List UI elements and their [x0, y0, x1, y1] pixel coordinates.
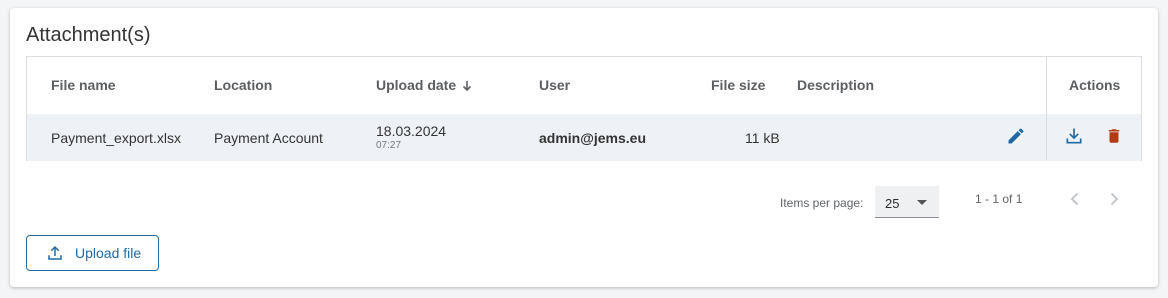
attachments-card: Attachment(s) File name Location Upload … — [10, 8, 1158, 287]
trash-icon — [1105, 126, 1123, 151]
header-actions: Actions — [1069, 77, 1121, 93]
table-header: File name Location Upload date User File… — [27, 57, 1141, 115]
chevron-down-icon — [917, 200, 927, 205]
cell-file-name: Payment_export.xlsx — [51, 130, 181, 146]
header-upload-date-label: Upload date — [376, 77, 457, 93]
download-button[interactable] — [1063, 127, 1085, 149]
upload-icon — [46, 244, 64, 262]
next-page-button[interactable] — [1103, 190, 1125, 212]
header-location: Location — [214, 77, 273, 93]
edit-description-button[interactable] — [1005, 127, 1027, 149]
previous-page-button[interactable] — [1064, 190, 1086, 212]
section-title: Attachment(s) — [26, 24, 151, 46]
arrow-down-icon — [462, 79, 472, 95]
download-icon — [1064, 126, 1084, 151]
delete-button[interactable] — [1103, 127, 1125, 149]
items-per-page-label: Items per page: — [780, 196, 864, 210]
cell-location: Payment Account — [214, 130, 323, 146]
cell-upload-time: 07:27 — [376, 140, 402, 151]
chevron-left-icon — [1069, 192, 1081, 211]
header-upload-date[interactable]: Upload date — [376, 77, 472, 95]
items-per-page-select[interactable]: 25 — [875, 186, 939, 218]
actions-column-divider — [1046, 57, 1047, 160]
pencil-icon — [1006, 126, 1026, 151]
attachments-table: File name Location Upload date User File… — [26, 56, 1142, 161]
cell-upload-date: 18.03.2024 — [376, 123, 447, 139]
header-description: Description — [797, 77, 875, 93]
header-file-size: File size — [711, 77, 766, 93]
upload-file-button[interactable]: Upload file — [26, 235, 159, 271]
header-file-name: File name — [51, 77, 116, 93]
chevron-right-icon — [1108, 192, 1120, 211]
items-per-page-value: 25 — [885, 196, 900, 211]
page-range-label: 1 - 1 of 1 — [975, 192, 1023, 206]
header-user: User — [539, 77, 571, 93]
cell-file-size: 11 kB — [745, 130, 780, 146]
table-row: Payment_export.xlsx Payment Account 18.0… — [27, 114, 1141, 161]
cell-user: admin@jems.eu — [539, 130, 647, 146]
upload-file-label: Upload file — [75, 245, 142, 261]
